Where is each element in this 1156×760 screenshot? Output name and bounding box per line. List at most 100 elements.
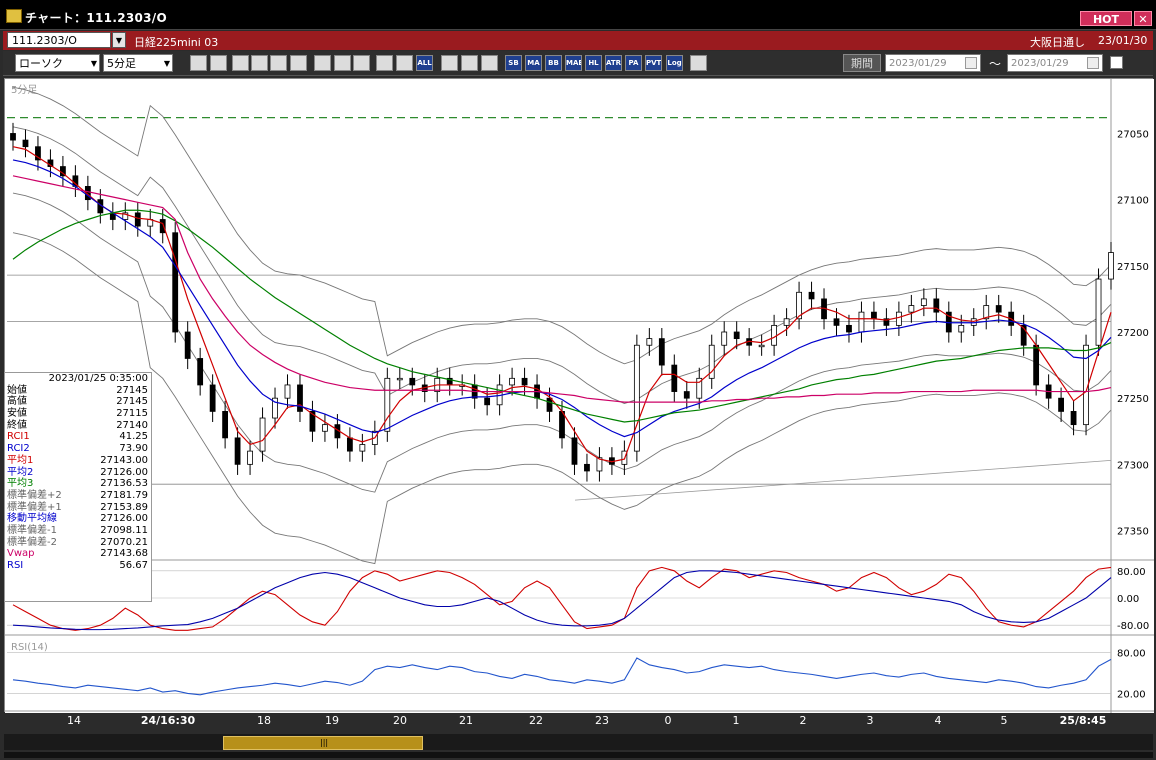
bar-icon[interactable] [376,55,393,71]
calendar-icon[interactable] [1087,57,1099,69]
horizontal-scrollbar[interactable] [4,734,1153,750]
palette-icon[interactable] [441,55,458,71]
calendar-icon[interactable] [965,57,977,69]
hl-icon[interactable]: HL [585,55,602,71]
info-key: Vwap [7,548,35,560]
candle-body [1058,397,1064,412]
x-axis-label: 20 [393,714,407,727]
tools-icon[interactable] [461,55,478,71]
info-value: 27153.89 [100,501,148,513]
candle-body [297,384,303,412]
settings-icon[interactable] [290,55,307,71]
window-title: チャート：111.2303/O [25,11,167,25]
draw-line-icon[interactable] [314,55,331,71]
candle-body [783,318,790,326]
title-bar [0,0,1156,30]
parabolic-icon[interactable]: PA [625,55,642,71]
candle-body [284,384,291,399]
period-button[interactable]: 期間 [843,54,881,72]
x-axis-label: 5 [1000,714,1008,727]
candle-body [721,331,728,346]
candle-body [1033,344,1040,386]
atr-icon[interactable]: ATR [605,55,622,71]
bb-icon[interactable]: BB [545,55,562,71]
candle-body [846,324,852,333]
candle-body [958,324,965,333]
all-icon[interactable]: ALL [416,55,433,71]
info-row: 標準偏差+2 27181.79 [5,490,151,502]
info-value: 73.90 [119,443,148,455]
info-key: 高値 [7,396,27,408]
symbol-code-input[interactable]: 111.2303/O [7,32,111,48]
ma-icon[interactable]: MA [525,55,542,71]
x-axis-label: 3 [866,714,874,727]
info-key: 始値 [7,384,27,396]
candle-body [247,450,253,465]
info-key: 安値 [7,408,27,420]
option-checkbox[interactable] [1110,56,1123,69]
chart-type-select[interactable]: ローソク ▼ [15,54,100,72]
log-icon[interactable]: Log [666,55,683,71]
interval-select[interactable]: 5分足 ▼ [103,54,173,72]
candle-body [409,377,416,386]
zoom-icon[interactable] [190,55,207,71]
erase-icon[interactable] [353,55,370,71]
info-datetime: 2023/01/25 0:35:00 [48,373,148,384]
chart-area[interactable]: 5分足 RSI(14) 27350 27300 27250 27200 27150 27100… [4,78,1154,713]
close-icon[interactable]: ✕ [1134,11,1152,26]
x-axis-label: 18 [257,714,271,727]
info-row: 高値 27145 [5,396,151,408]
info-row: 平均3 27136.53 [5,478,151,490]
sb-icon[interactable]: SB [505,55,522,71]
pointer-icon[interactable] [334,55,351,71]
hot-button[interactable]: HOT [1080,11,1132,26]
candle-body [484,397,491,406]
date-from-value: 2023/01/29 [889,58,947,69]
candle-body [559,411,565,439]
candle-body [995,305,1002,313]
info-row: 平均2 27126.00 [5,467,151,479]
interval-value: 5分足 [107,57,136,70]
info-key: 標準偏差+1 [7,501,62,513]
x-axis-label: 2 [799,714,807,727]
color-icon[interactable] [481,55,498,71]
x-axis-label: 14 [67,714,81,727]
candle-body [584,463,590,472]
scale-icon[interactable] [232,55,249,71]
candle-body [209,384,216,412]
x-axis-label: 22 [529,714,543,727]
candle-body [683,391,690,399]
candle-body [359,444,366,452]
cursor-icon[interactable] [210,55,227,71]
chevron-down-icon[interactable]: ▼ [112,32,126,48]
indicator-icon[interactable] [251,55,268,71]
info-key: 終値 [7,419,27,431]
candle-body [1095,278,1102,346]
scroll-track [4,752,1153,758]
candle-body [646,338,653,346]
mae-icon[interactable]: MAE [565,55,582,71]
date-to-input[interactable]: 2023/01/29 [1007,54,1103,72]
candle-body [396,377,403,381]
date-to-value: 2023/01/29 [1011,58,1069,69]
info-value: 27136.53 [100,478,148,490]
candle-icon[interactable] [396,55,413,71]
date-from-input[interactable]: 2023/01/29 [885,54,981,72]
candle-body [259,417,266,452]
info-key: RCI1 [7,431,30,443]
info-key: 移動平均線 [7,513,57,525]
instrument-name: 日経225mini 03 [134,36,219,49]
candle-body [222,411,229,439]
rsi-tick-label: 20.00 [1117,689,1146,700]
info-row: 移動平均線 27126.00 [5,513,151,525]
candle-body [1070,411,1077,426]
x-axis-label: 0 [664,714,672,727]
pvt-icon[interactable]: PVT [645,55,662,71]
export-icon[interactable] [690,55,707,71]
compare-icon[interactable] [270,55,287,71]
x-axis-label: 25/8:45 [1059,714,1107,727]
chart-svg[interactable]: 5分足 RSI(14) 27350 27300 27250 27200 27150 27100… [5,79,1154,713]
candle-body [895,311,902,326]
candle-body [384,377,391,432]
info-key: 標準偏差+2 [7,489,62,501]
